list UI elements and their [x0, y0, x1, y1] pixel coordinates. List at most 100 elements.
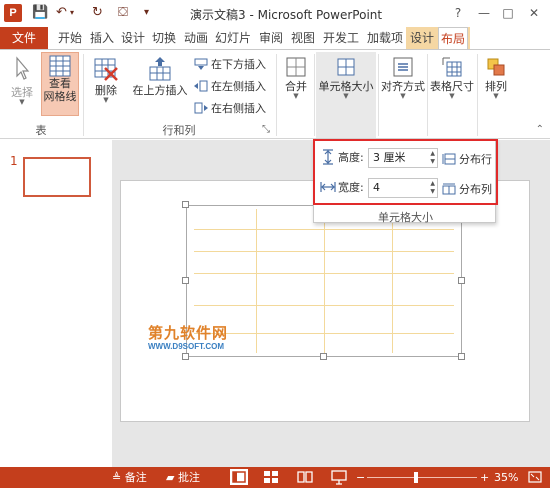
- notes-icon: ≜: [112, 471, 122, 484]
- cursor-icon: [16, 56, 30, 80]
- powerpoint-logo-icon: P: [4, 4, 22, 22]
- group-separator: [427, 54, 428, 136]
- tab-table-design[interactable]: 设计: [408, 27, 436, 49]
- normal-view-icon: [232, 471, 246, 483]
- table-group-label: 表: [35, 124, 47, 137]
- zoom-slider[interactable]: [367, 477, 477, 478]
- table-size-button[interactable]: 表格尺寸 ▼: [429, 56, 475, 100]
- arrange-button[interactable]: 排列 ▼: [479, 56, 513, 100]
- resize-handle[interactable]: [182, 353, 189, 360]
- slide-sorter-button[interactable]: [262, 469, 280, 485]
- watermark-logo: 第九软件网 WWW.D9SOFT.COM: [148, 322, 228, 351]
- alignment-button[interactable]: 对齐方式 ▼: [380, 56, 426, 100]
- insert-above-button[interactable]: 在上方插入: [130, 56, 190, 98]
- chevron-down-icon: ▼: [19, 98, 25, 106]
- ribbon: 选择 ▼ 查看 网格线 表 删除 ▼ 在上方插入 在下方插入 在左侧插入 在右侧…: [0, 49, 550, 139]
- zoom-slider-thumb[interactable]: [414, 472, 418, 483]
- redo-icon[interactable]: ↻: [92, 5, 103, 21]
- chevron-down-icon: ▼: [103, 96, 109, 104]
- insert-left-icon: [194, 80, 208, 92]
- table-gridline: [256, 209, 257, 353]
- zoom-level[interactable]: 35%: [494, 470, 518, 485]
- chevron-down-icon: ▼: [493, 92, 499, 100]
- tab-layout[interactable]: 布局: [438, 27, 468, 49]
- group-separator: [314, 54, 315, 136]
- resize-handle[interactable]: [458, 277, 465, 284]
- undo-icon[interactable]: ↶: [56, 5, 67, 21]
- comments-button[interactable]: ▰ 批注: [166, 470, 200, 485]
- thumbnail-pane: 1: [0, 140, 112, 467]
- slideshow-view-icon: [331, 470, 347, 485]
- undo-dropdown-icon[interactable]: ▾: [70, 5, 74, 21]
- normal-view-button[interactable]: [230, 469, 248, 485]
- tab-animations[interactable]: 动画: [182, 27, 210, 49]
- tab-slideshow[interactable]: 幻灯片: [213, 27, 253, 49]
- insert-left-button[interactable]: 在左侧插入: [194, 79, 266, 95]
- tab-view[interactable]: 视图: [289, 27, 317, 49]
- insert-right-label: 在右侧插入: [211, 102, 266, 115]
- resize-handle[interactable]: [458, 353, 465, 360]
- tab-developer[interactable]: 开发工: [321, 27, 361, 49]
- status-bar: ≜ 备注 ▰ 批注 − + 35%: [0, 467, 550, 488]
- collapse-ribbon-icon[interactable]: ⌃: [536, 124, 544, 135]
- view-gridlines-button[interactable]: 查看 网格线: [41, 52, 79, 116]
- table-gridline: [324, 209, 325, 353]
- reading-view-button[interactable]: [296, 469, 314, 485]
- fit-to-window-button[interactable]: [526, 469, 544, 485]
- notes-label: 备注: [124, 471, 147, 484]
- slide-thumbnail[interactable]: [23, 157, 91, 197]
- table-gridline: [392, 209, 393, 353]
- alignment-icon: [393, 57, 413, 77]
- watermark-brand: 第九软件网: [148, 325, 229, 342]
- resize-handle[interactable]: [182, 201, 189, 208]
- highlight-box: [313, 139, 498, 205]
- chevron-down-icon: ▼: [400, 92, 406, 100]
- title-bar: P 💾 ↶ ▾ ↻ ⛋ ▾ 演示文稿3 - Microsoft PowerPoi…: [0, 0, 550, 27]
- insert-right-button[interactable]: 在右侧插入: [194, 101, 266, 117]
- group-separator: [378, 54, 379, 136]
- chevron-down-icon: ▼: [449, 92, 455, 100]
- insert-below-button[interactable]: 在下方插入: [194, 57, 266, 73]
- ribbon-tabs: 文件 开始 插入 设计 切换 动画 幻灯片 审阅 视图 开发工 加载项 设计 布…: [0, 27, 550, 49]
- close-button[interactable]: ✕: [523, 3, 545, 23]
- cell-size-icon: [337, 58, 355, 76]
- delete-button[interactable]: 删除 ▼: [88, 56, 124, 104]
- maximize-button[interactable]: □: [497, 3, 519, 23]
- insert-left-label: 在左侧插入: [211, 80, 266, 93]
- help-button[interactable]: ?: [447, 3, 469, 23]
- slideshow-icon[interactable]: ⛋: [118, 5, 128, 21]
- insert-below-label: 在下方插入: [211, 58, 266, 71]
- arrange-icon: [487, 58, 505, 76]
- dialog-launcher-icon[interactable]: ⤡: [262, 124, 270, 135]
- tab-review[interactable]: 审阅: [257, 27, 285, 49]
- slideshow-view-button[interactable]: [330, 469, 348, 485]
- cell-size-group-label: 单元格大小: [378, 211, 433, 224]
- resize-handle[interactable]: [182, 277, 189, 284]
- comments-label: 批注: [177, 471, 200, 484]
- zoom-in-button[interactable]: +: [480, 470, 489, 485]
- select-button[interactable]: 选择 ▼: [6, 56, 38, 106]
- tab-insert[interactable]: 插入: [88, 27, 116, 49]
- tab-transitions[interactable]: 切换: [150, 27, 178, 49]
- tab-file[interactable]: 文件: [0, 27, 48, 49]
- customize-qat-icon[interactable]: ▾: [144, 5, 149, 21]
- notes-button[interactable]: ≜ 备注: [112, 470, 147, 485]
- chevron-down-icon: ▼: [343, 92, 349, 100]
- tab-design[interactable]: 设计: [119, 27, 147, 49]
- tab-home[interactable]: 开始: [55, 27, 85, 49]
- minimize-button[interactable]: —: [473, 3, 495, 23]
- insert-right-icon: [194, 102, 208, 114]
- rows-cols-group-label: 行和列: [162, 124, 196, 137]
- slide-number: 1: [10, 154, 18, 168]
- cell-size-button[interactable]: 单元格大小 ▼: [316, 52, 376, 138]
- chevron-down-icon: ▼: [293, 92, 299, 100]
- view-gridlines-label-1: 查看: [49, 77, 71, 90]
- tab-addins[interactable]: 加载项: [365, 27, 405, 49]
- zoom-out-button[interactable]: −: [356, 470, 365, 485]
- slide-sorter-icon: [264, 471, 278, 483]
- resize-handle[interactable]: [320, 353, 327, 360]
- watermark-url: WWW.D9SOFT.COM: [148, 342, 224, 351]
- save-icon[interactable]: 💾: [32, 5, 48, 21]
- merge-button[interactable]: 合并 ▼: [280, 56, 312, 100]
- table-size-icon: [442, 57, 462, 77]
